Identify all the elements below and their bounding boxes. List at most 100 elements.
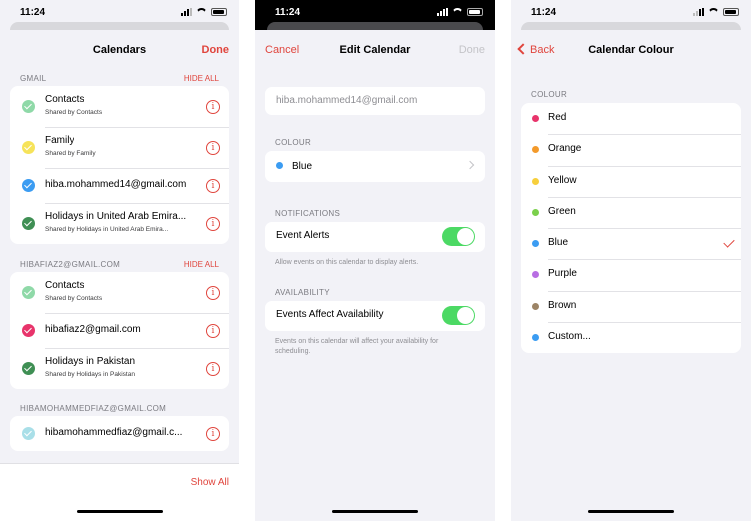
calendar-subtitle: Shared by Holidays in United Arab Emira.…	[45, 226, 169, 233]
colour-option[interactable]: Blue	[521, 228, 741, 259]
edit-calendar-screen: 11:24 Cancel Edit Calendar Done hiba.moh…	[255, 0, 495, 521]
info-icon[interactable]: i	[206, 323, 220, 338]
colour-name: Custom...	[548, 331, 591, 343]
events-affect-note: Events on this calendar will affect your…	[275, 338, 439, 355]
done-button[interactable]: Done	[459, 44, 485, 56]
show-all-button[interactable]: Show All	[191, 477, 229, 488]
calendar-check-icon[interactable]	[22, 179, 35, 192]
colour-option[interactable]: Yellow	[521, 165, 741, 197]
calendar-check-icon[interactable]	[22, 286, 35, 299]
event-alerts-toggle[interactable]	[442, 227, 475, 246]
calendar-check-icon[interactable]	[22, 362, 35, 375]
colour-row[interactable]: Blue	[265, 151, 485, 182]
colour-dot	[532, 146, 539, 154]
calendar-subtitle: Shared by Family	[45, 150, 96, 157]
info-icon[interactable]: i	[206, 140, 220, 155]
home-indicator	[588, 510, 674, 513]
events-affect-toggle[interactable]	[442, 306, 475, 325]
status-time: 11:24	[20, 7, 46, 18]
colour-options-list: Red Orange Yellow Green Blue Purple Brown Custo…	[521, 103, 741, 354]
colour-dot	[532, 240, 539, 248]
calendar-title: Contacts	[45, 94, 85, 105]
calendars-screen: 11:24 Calendars Done GMAIL HIDE ALL Cont…	[0, 0, 239, 521]
done-button[interactable]: Done	[202, 44, 230, 56]
wifi-icon	[452, 8, 463, 16]
hide-all-hibafiaz2-button[interactable]: HIDE ALL	[184, 260, 219, 269]
battery-icon	[723, 8, 739, 16]
hide-all-gmail-button[interactable]: HIDE ALL	[184, 74, 219, 83]
calendar-title: Contacts	[45, 280, 85, 291]
section-label-availability: AVAILABILITY	[275, 288, 330, 297]
status-icons	[181, 8, 227, 16]
calendar-title: Holidays in United Arab Emira...	[45, 211, 187, 222]
colour-option[interactable]: Purple	[521, 259, 741, 290]
info-icon[interactable]: i	[206, 178, 220, 193]
colour-name: Yellow	[548, 174, 577, 186]
home-indicator	[76, 510, 163, 513]
calendar-check-icon[interactable]	[22, 427, 35, 440]
calendar-check-icon[interactable]	[22, 100, 35, 113]
calendar-check-icon[interactable]	[22, 141, 35, 154]
calendars-sheet: Calendars Done GMAIL HIDE ALL Contacts Sh…	[0, 30, 239, 521]
calendar-row[interactable]: Contacts Shared by Contacts i	[10, 86, 229, 127]
event-alerts-label: Event Alerts	[276, 230, 330, 241]
colour-name: Orange	[548, 143, 582, 155]
battery-icon	[211, 8, 227, 16]
calendar-name-field[interactable]: hiba.mohammed14@gmail.com	[265, 87, 485, 115]
calendar-group-hibamohammedfiaz: hibamohammedfiaz@gmail.c... i	[10, 416, 229, 451]
colour-option[interactable]: Red	[521, 103, 741, 134]
nav-bar: Calendars Done	[0, 30, 239, 70]
event-alerts-note: Allow events on this calendar to display…	[275, 259, 419, 266]
event-alerts-row: Event Alerts	[265, 222, 485, 252]
calendar-subtitle: Shared by Holidays in Pakistan	[45, 371, 135, 378]
colour-dot	[532, 208, 539, 216]
colour-dot	[532, 271, 539, 279]
section-label-notifications: NOTIFICATIONS	[275, 209, 341, 218]
info-icon[interactable]: i	[206, 216, 220, 231]
info-icon[interactable]: i	[206, 426, 220, 441]
calendar-row[interactable]: Holidays in Pakistan Shared by Holidays i…	[10, 348, 229, 389]
signal-icon	[437, 8, 448, 16]
info-icon[interactable]: i	[206, 361, 220, 376]
nav-bar[interactable]: Back Calendar Colour	[511, 30, 751, 70]
section-label-gmail: GMAIL	[20, 74, 47, 83]
colour-option[interactable]: Brown	[521, 290, 741, 322]
section-label-hibafiaz2: HIBAFIAZ2@GMAIL.COM	[20, 260, 121, 269]
section-label-hibamohammedfiaz: HIBAMOHAMMEDFIAZ@GMAIL.COM	[20, 404, 167, 413]
section-label-colour: COLOUR	[275, 138, 312, 147]
calendar-name-value: hiba.mohammed14@gmail.com	[276, 95, 418, 106]
calendar-colour-screen: 11:24 Back Calendar Colour COLOUR Red Ora…	[511, 0, 751, 521]
calendar-colour-sheet: Back Calendar Colour COLOUR Red Orange Yel…	[511, 30, 751, 521]
bottom-toolbar: Show All	[0, 463, 239, 521]
chevron-right-icon	[465, 160, 475, 170]
calendar-row[interactable]: Contacts Shared by Contacts i	[10, 272, 229, 313]
colour-option[interactable]: Orange	[521, 134, 741, 165]
signal-icon	[693, 8, 704, 16]
colour-name: Purple	[548, 268, 577, 280]
calendar-row[interactable]: hibafiaz2@gmail.com i	[10, 313, 229, 348]
colour-dot	[532, 302, 539, 310]
info-icon[interactable]: i	[206, 99, 220, 114]
calendar-title: hiba.mohammed14@gmail.com	[45, 179, 187, 190]
calendar-title: Family	[45, 135, 75, 146]
colour-name: Blue	[548, 237, 569, 249]
signal-icon	[181, 8, 192, 16]
calendar-row[interactable]: Family Shared by Family i	[10, 127, 229, 168]
colour-dot	[532, 334, 539, 342]
calendar-row[interactable]: hibamohammedfiaz@gmail.c... i	[10, 416, 229, 451]
checkmark-icon	[723, 236, 735, 248]
calendar-group-hibafiaz2: Contacts Shared by Contacts i hibafiaz2@gma…	[10, 272, 229, 389]
wifi-icon	[708, 8, 719, 16]
colour-option[interactable]: Custom...	[521, 322, 741, 353]
wifi-icon	[196, 8, 207, 16]
page-title: Calendar Colour	[588, 44, 674, 56]
calendar-row[interactable]: Holidays in United Arab Emira... Shared b…	[10, 203, 229, 244]
status-icons	[693, 8, 739, 16]
info-icon[interactable]: i	[206, 285, 220, 300]
events-affect-row: Events Affect Availability	[265, 301, 485, 331]
status-time: 11:24	[275, 7, 301, 18]
calendar-check-icon[interactable]	[22, 324, 35, 337]
calendar-check-icon[interactable]	[22, 217, 35, 230]
calendar-row[interactable]: hiba.mohammed14@gmail.com i	[10, 168, 229, 203]
colour-option[interactable]: Green	[521, 196, 741, 228]
